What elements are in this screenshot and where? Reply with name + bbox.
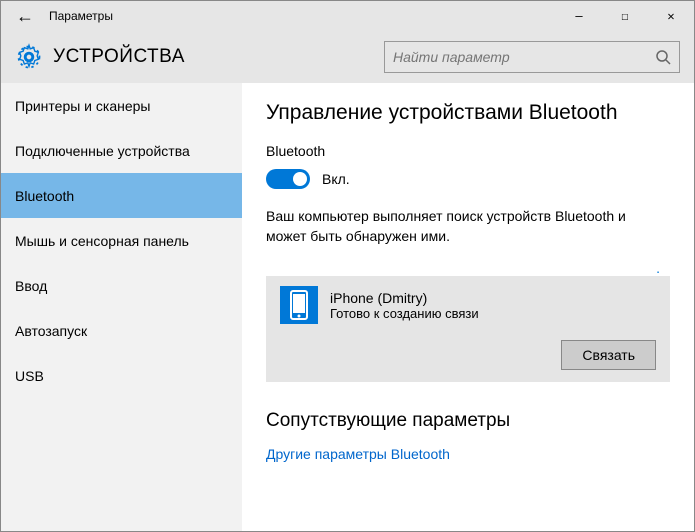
sidebar: Принтеры и сканеры Подключенные устройст… (1, 83, 242, 531)
maximize-button[interactable]: ☐ (602, 1, 648, 31)
related-link-bluetooth[interactable]: Другие параметры Bluetooth (266, 446, 450, 462)
device-status: Готово к созданию связи (330, 306, 656, 321)
page-title: Управление устройствами Bluetooth (266, 101, 670, 125)
search-icon (655, 49, 671, 65)
sidebar-item-bluetooth[interactable]: Bluetooth (1, 173, 242, 218)
status-description: Ваш компьютер выполняет поиск устройств … (266, 207, 670, 246)
search-input[interactable] (393, 49, 655, 65)
close-button[interactable]: ✕ (648, 1, 694, 31)
searching-indicator: . (266, 260, 670, 270)
related-title: Сопутствующие параметры (266, 410, 670, 432)
device-name: iPhone (Dmitry) (330, 290, 656, 306)
gear-icon (15, 43, 43, 71)
sidebar-item-autorun[interactable]: Автозапуск (1, 308, 242, 353)
search-box[interactable] (384, 41, 680, 73)
header: УСТРОЙСТВА (1, 31, 694, 83)
window-title: Параметры (49, 9, 556, 23)
sidebar-item-mouse[interactable]: Мышь и сенсорная панель (1, 218, 242, 263)
sidebar-item-input[interactable]: Ввод (1, 263, 242, 308)
content: Управление устройствами Bluetooth Blueto… (242, 83, 694, 531)
bluetooth-toggle[interactable] (266, 169, 310, 189)
device-card[interactable]: iPhone (Dmitry) Готово к созданию связи … (266, 276, 670, 382)
titlebar: ← Параметры — ☐ ✕ (1, 1, 694, 31)
header-label: УСТРОЙСТВА (53, 46, 384, 68)
toggle-state-label: Вкл. (322, 171, 350, 187)
pair-button[interactable]: Связать (561, 340, 656, 370)
minimize-button[interactable]: — (556, 1, 602, 31)
sidebar-item-connected[interactable]: Подключенные устройства (1, 128, 242, 173)
sidebar-item-printers[interactable]: Принтеры и сканеры (1, 83, 242, 128)
toggle-section-label: Bluetooth (266, 143, 670, 159)
sidebar-item-usb[interactable]: USB (1, 353, 242, 398)
phone-icon (280, 286, 318, 324)
back-button[interactable]: ← (1, 6, 49, 27)
